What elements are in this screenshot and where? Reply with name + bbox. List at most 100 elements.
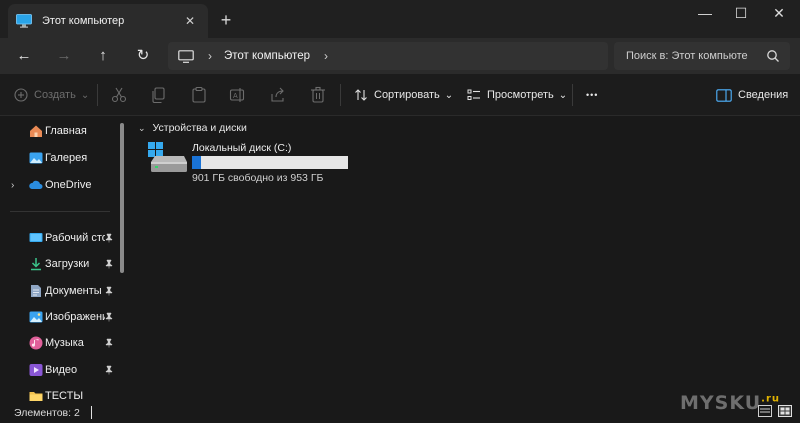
new-tab-button[interactable]: +: [214, 8, 238, 32]
chevron-right-icon[interactable]: ›: [11, 180, 14, 191]
breadcrumb[interactable]: Этот компьютер: [224, 50, 310, 62]
sidebar-item-label: Загрузки: [45, 258, 90, 270]
sidebar-item-label: Документы: [45, 285, 102, 297]
copy-icon[interactable]: [150, 86, 168, 104]
view-list-icon: [467, 89, 480, 100]
sidebar-item-music[interactable]: Музыка: [0, 330, 122, 356]
document-icon: [31, 285, 41, 297]
content-area: ⌄ Устройства и диски Локальный диск (C:)…: [130, 116, 800, 402]
sidebar-item-label: Музыка: [45, 337, 84, 349]
svg-text:A: A: [233, 93, 238, 100]
share-icon[interactable]: [269, 86, 287, 104]
details-label: Сведения: [738, 89, 789, 101]
pin-icon[interactable]: [104, 259, 114, 269]
sidebar-item-label: Рабочий сто.: [45, 232, 105, 244]
hard-drive-icon: [148, 142, 187, 172]
drive-c[interactable]: Локальный диск (C:) 901 ГБ свободно из 9…: [148, 140, 358, 186]
command-bar: Создать ⌄ A Сортировать ⌄ Просмотреть ⌄ …: [0, 74, 800, 116]
plus-circle-icon: [14, 88, 28, 102]
view-button[interactable]: Просмотреть ⌄: [467, 84, 567, 106]
sidebar-scrollbar[interactable]: [120, 123, 124, 273]
forward-button[interactable]: →: [52, 44, 76, 68]
pin-icon[interactable]: [104, 286, 114, 296]
group-header-devices[interactable]: ⌄ Устройства и диски: [138, 122, 247, 134]
chevron-right-icon[interactable]: ›: [324, 49, 328, 63]
status-divider: [90, 406, 92, 419]
sidebar-item-onedrive[interactable]: › OneDrive: [0, 172, 122, 198]
home-icon: [30, 125, 42, 137]
toolbar-divider: [340, 84, 341, 106]
maximize-button[interactable]: ☐: [722, 0, 760, 28]
sidebar-item-pictures[interactable]: Изображени: [0, 304, 122, 330]
chevron-right-icon[interactable]: ›: [208, 49, 212, 63]
folder-icon: [29, 392, 43, 401]
drive-free-space: 901 ГБ свободно из 953 ГБ: [192, 172, 324, 184]
chevron-down-icon: ⌄: [444, 89, 454, 101]
create-button[interactable]: Создать ⌄: [14, 84, 89, 106]
refresh-button[interactable]: ↻: [131, 44, 155, 68]
sidebar-item-label: ТЕСТЫ: [45, 390, 84, 402]
sidebar-item-label: Галерея: [45, 152, 88, 164]
cut-icon[interactable]: [110, 86, 128, 104]
sort-button[interactable]: Сортировать ⌄: [354, 84, 453, 106]
cloud-icon: [29, 180, 43, 189]
toolbar-divider: [572, 84, 573, 106]
drive-name: Локальный диск (C:): [192, 142, 292, 154]
sidebar-item-videos[interactable]: Видео: [0, 357, 122, 383]
sidebar-item-label: OneDrive: [45, 179, 92, 191]
pin-icon[interactable]: [104, 338, 114, 348]
pin-icon[interactable]: [104, 365, 114, 375]
sidebar-item-label: Изображени: [45, 311, 105, 323]
sidebar-item-desktop[interactable]: Рабочий сто.: [0, 225, 122, 251]
back-button[interactable]: ←: [12, 44, 36, 68]
drive-usage-fill: [192, 156, 201, 169]
tiles-view-icon[interactable]: [778, 405, 792, 417]
toolbar-divider: [97, 84, 98, 106]
navigation-pane: Главная Галерея › OneDrive Рабочий сто. …: [0, 116, 128, 402]
delete-icon[interactable]: [309, 86, 327, 104]
search-placeholder: Поиск в: Этот компьюте: [626, 50, 748, 62]
desktop-icon: [29, 233, 43, 242]
sidebar-item-home[interactable]: Главная: [0, 118, 122, 144]
sidebar-divider: [10, 211, 110, 212]
tab-close-button[interactable]: ✕: [180, 14, 200, 28]
details-view-icon[interactable]: [758, 405, 772, 417]
minimize-button[interactable]: —: [686, 0, 724, 28]
monitor-icon: [178, 49, 194, 63]
sort-icon: [355, 89, 367, 101]
drive-usage-bar: [192, 156, 348, 169]
sort-label: Сортировать: [374, 89, 440, 101]
pin-icon[interactable]: [104, 312, 114, 322]
tab-this-pc[interactable]: Этот компьютер ✕: [8, 4, 208, 38]
pin-icon[interactable]: [104, 233, 114, 243]
details-button[interactable]: Сведения: [716, 84, 788, 106]
sidebar-item-gallery[interactable]: Галерея: [0, 145, 122, 171]
picture-icon: [29, 311, 43, 323]
address-bar[interactable]: › Этот компьютер ›: [168, 42, 608, 70]
sidebar-item-label: Видео: [45, 364, 78, 376]
watermark-suffix: .ru: [761, 393, 781, 405]
sidebar-item-documents[interactable]: Документы: [0, 278, 122, 304]
rename-icon[interactable]: A: [229, 86, 247, 104]
gallery-icon: [29, 152, 43, 164]
video-icon: [29, 364, 43, 376]
chevron-down-icon: ⌄: [80, 89, 90, 101]
title-bar: Этот компьютер ✕ + — ☐ ✕: [0, 0, 800, 38]
download-icon: [31, 258, 41, 271]
more-options-button[interactable]: •••: [586, 84, 598, 106]
watermark-text: MYSKU: [680, 392, 762, 414]
sidebar-item-label: Главная: [45, 125, 87, 137]
sidebar-item-downloads[interactable]: Загрузки: [0, 251, 122, 277]
close-window-button[interactable]: ✕: [760, 0, 798, 28]
chevron-down-icon[interactable]: ⌄: [138, 123, 146, 134]
paste-icon[interactable]: [190, 86, 208, 104]
computer-icon: [16, 14, 32, 28]
group-label: Устройства и диски: [152, 122, 247, 134]
navigation-bar: ← → ↑ ↻ › Этот компьютер › Поиск в: Этот…: [0, 38, 800, 74]
search-input[interactable]: Поиск в: Этот компьюте: [614, 42, 790, 70]
up-button[interactable]: ↑: [91, 44, 115, 68]
music-icon: [29, 336, 43, 350]
search-icon: [767, 50, 779, 62]
tab-title: Этот компьютер: [42, 15, 125, 27]
details-pane-icon: [716, 88, 732, 102]
